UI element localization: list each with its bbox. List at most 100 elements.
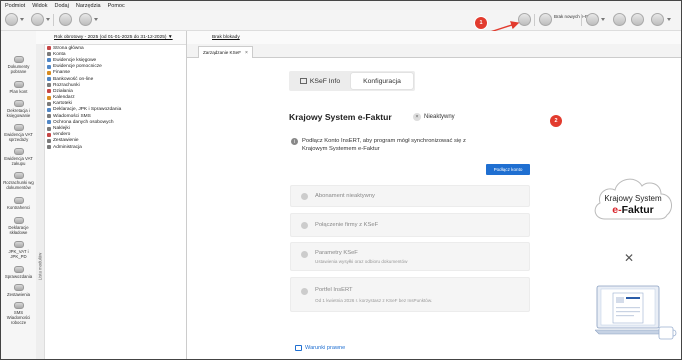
module-icon xyxy=(47,70,51,75)
nav-sprawozdania[interactable]: Sprawozdania xyxy=(1,266,36,279)
card-title: Parametry KSeF xyxy=(315,250,358,256)
nav-sms[interactable]: SMS Wiadomości robocze xyxy=(1,302,36,325)
left-navigation: Dokumenty pobrane Plan kont Dekretacja i… xyxy=(1,31,37,359)
tree-item-label: Konta xyxy=(53,51,66,57)
nav-plan-kont[interactable]: Plan kont xyxy=(1,81,36,94)
monitor-dropdown-icon[interactable] xyxy=(601,18,605,21)
user-dropdown-icon[interactable] xyxy=(667,18,671,21)
tree-item[interactable]: Deklaracje, JPK i Sprawozdania xyxy=(47,107,121,113)
tree-item-label: Finanse xyxy=(53,70,71,76)
module-icon xyxy=(47,114,51,119)
card-insert-wallet[interactable]: Portfel InsERT Od 1 kwietnia 2026 r. kor… xyxy=(290,277,530,312)
tab-label: Zarządzanie KSeF xyxy=(203,50,242,55)
settings-dropdown-icon[interactable] xyxy=(94,18,98,21)
close-icon[interactable]: ✕ xyxy=(624,251,634,265)
period-bar: Rok obrotowy - 2025 (od 01-01-2025 do 31… xyxy=(36,31,186,45)
menu-podmiot[interactable]: Podmiot xyxy=(5,3,25,9)
tools-icon[interactable] xyxy=(59,13,72,26)
menu-pomoc[interactable]: Pomoc xyxy=(108,3,125,9)
tree-item-label: Działania xyxy=(53,88,73,94)
info-icon: i xyxy=(291,138,298,145)
tab-ksef-management[interactable]: Zarządzanie KSeF × xyxy=(198,46,253,58)
logo-brand-rest: Faktur xyxy=(621,204,654,216)
nav-ewidencja-vat-zakupu[interactable]: Ewidencja VAT zakupu xyxy=(1,148,36,166)
jpk-icon xyxy=(13,241,24,248)
status-badge: × Nieaktywny xyxy=(411,111,459,122)
tree-item-label: Ewidencje pomocnicze xyxy=(53,64,102,70)
nav-dekretacja[interactable]: Dekretacja i księgowanie xyxy=(1,100,36,118)
globe-icon[interactable] xyxy=(613,13,626,26)
tree-item[interactable]: Administracja xyxy=(47,144,121,150)
nav-jpk[interactable]: JPK_VAT i JPK_PD xyxy=(1,241,36,259)
connect-account-button[interactable]: Podłącz konto xyxy=(486,164,530,175)
tab-konfiguracja-label: Konfiguracja xyxy=(363,77,401,85)
module-tree: Strona główna Konta Ewidencje księgowe Ewid… xyxy=(47,45,121,150)
monitor-icon[interactable] xyxy=(586,13,599,26)
declarations-icon xyxy=(13,217,24,224)
back-dropdown-icon[interactable] xyxy=(20,18,24,21)
tree-item-label: Ochrona danych osobowych xyxy=(53,119,114,125)
page-title: Krajowy System e-Faktur xyxy=(289,112,392,122)
module-list-vertical-tab[interactable]: Lista modułów xyxy=(36,44,45,359)
module-icon xyxy=(47,64,51,69)
lock-status-link[interactable]: Brak blokady xyxy=(212,35,240,40)
fiscal-year-selector[interactable]: Rok obrotowy - 2025 (od 01-01-2025 do 31… xyxy=(54,35,173,40)
toolbar-divider xyxy=(53,14,54,26)
inactive-x-icon: × xyxy=(413,112,421,121)
module-icon xyxy=(47,52,51,57)
nav-zestawienia[interactable]: Zestawienia xyxy=(1,284,36,297)
tab-konfiguracja[interactable]: Konfiguracja xyxy=(351,73,413,89)
tree-item-label: Bankowość on-line xyxy=(53,76,94,82)
settlements-icon xyxy=(13,172,24,179)
main-top-bar: Brak blokady xyxy=(187,31,681,45)
module-icon xyxy=(47,95,51,100)
module-icon xyxy=(47,89,51,94)
legal-terms-link[interactable]: Warunki prawne xyxy=(295,345,345,351)
menu-widok[interactable]: Widok xyxy=(32,3,47,9)
card-ksef-connection[interactable]: Połączenie firmy z KSeF xyxy=(290,213,530,237)
vat-purchase-icon xyxy=(13,148,24,155)
nav-dokumenty-pobrane[interactable]: Dokumenty pobrane xyxy=(1,56,36,74)
logo-brand-e: e- xyxy=(612,204,622,216)
module-icon xyxy=(47,132,51,137)
forward-dropdown-icon[interactable] xyxy=(46,18,50,21)
settings-icon[interactable] xyxy=(79,13,92,26)
back-icon[interactable] xyxy=(5,13,18,26)
module-icon xyxy=(47,58,51,63)
forward-icon[interactable] xyxy=(31,13,44,26)
close-tab-icon[interactable]: × xyxy=(245,50,248,56)
cube-icon[interactable] xyxy=(631,13,644,26)
tree-item-label: Zestawienie xyxy=(53,138,79,144)
menu-narzedzia[interactable]: Narzędzia xyxy=(76,3,101,9)
laptop-illustration xyxy=(595,285,677,340)
contractors-icon xyxy=(13,197,24,204)
menu-bar: Podmiot Widok Dodaj Narzędzia Pomoc xyxy=(1,1,681,10)
nav-deklaracje-skladowe[interactable]: Deklaracje składowe xyxy=(1,217,36,235)
module-icon xyxy=(47,77,51,82)
card-ksef-parameters[interactable]: Parametry KSeF Ustawienia wysyłki oraz o… xyxy=(290,242,530,271)
vat-sales-icon xyxy=(13,124,24,131)
nav-ewidencja-vat-sprzedazy[interactable]: Ewidencja VAT sprzedaży xyxy=(1,124,36,142)
module-icon xyxy=(47,145,51,150)
tree-item-label: Strona główna xyxy=(53,45,84,51)
card-subscription[interactable]: Abonament nieaktywny xyxy=(290,185,530,207)
nav-rozrachunki[interactable]: Rozrachunki wg dokumentów xyxy=(1,172,36,190)
subscription-icon xyxy=(301,193,308,200)
tab-ksef-info[interactable]: KSeF Info xyxy=(291,73,349,89)
ksef-status-icon[interactable] xyxy=(518,13,531,26)
nav-kontrahenci[interactable]: Kontrahenci xyxy=(1,197,36,210)
view-switcher: KSeF Info Konfiguracja xyxy=(289,71,415,91)
status-text: Nieaktywny xyxy=(424,113,455,120)
tree-item[interactable]: Ochrona danych osobowych xyxy=(47,119,121,125)
card-title: Abonament nieaktywny xyxy=(315,193,375,199)
legal-terms-label: Warunki prawne xyxy=(305,345,346,351)
module-icon xyxy=(47,138,51,143)
module-icon xyxy=(47,46,51,51)
card-title: Portfel InsERT xyxy=(315,287,353,293)
help-icon xyxy=(301,222,308,229)
menu-dodaj[interactable]: Dodaj xyxy=(54,3,68,9)
book-icon xyxy=(299,78,307,84)
efaktura-icon[interactable] xyxy=(539,13,552,26)
user-icon[interactable] xyxy=(651,13,664,26)
main-area: Brak blokady Zarządzanie KSeF × KSeF Inf… xyxy=(187,31,681,359)
